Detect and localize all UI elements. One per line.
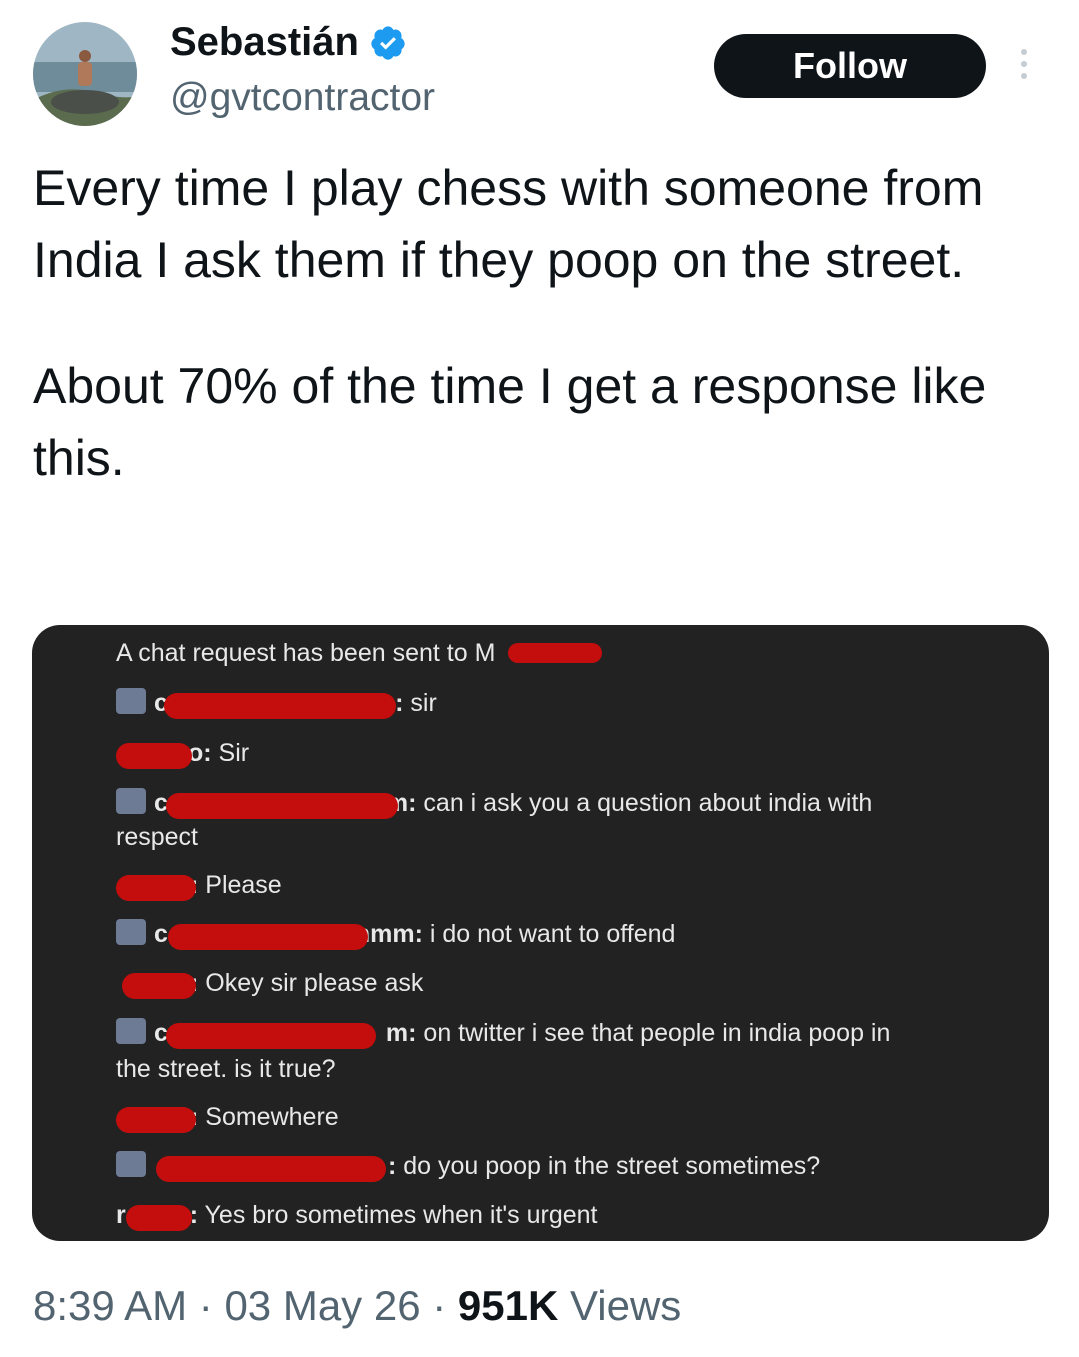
chat-header-text: A chat request has been sent to M xyxy=(116,639,496,667)
more-vertical-icon[interactable] xyxy=(1012,44,1036,84)
chat-message: the street. is it true? xyxy=(116,1055,336,1083)
tweet-media-image[interactable]: A chat request has been sent to M c m: si… xyxy=(32,625,1049,1241)
follow-button[interactable]: Follow xyxy=(714,34,986,98)
chat-message: respect xyxy=(116,823,198,851)
author-name-row: Sebastián xyxy=(170,20,407,65)
tweet-paragraph: About 70% of the time I get a response l… xyxy=(33,358,987,486)
avatar-image xyxy=(33,22,137,126)
separator: · xyxy=(432,1282,447,1329)
chat-message: sir xyxy=(403,689,437,717)
chat-line-continuation: the street. is it true? xyxy=(116,1055,336,1084)
crown-icon xyxy=(116,1151,146,1178)
author-handle[interactable]: @gvtcontractor xyxy=(170,76,435,120)
chat-username: m: xyxy=(385,1019,417,1047)
chat-message: Sir xyxy=(211,739,250,767)
tweet-time[interactable]: 8:39 AM xyxy=(33,1282,187,1329)
chat-message: Somewhere xyxy=(198,1103,339,1131)
chat-message: Okey sir please ask xyxy=(198,969,424,997)
redaction-mark xyxy=(164,693,396,719)
chat-message: can i ask you a question about india wit… xyxy=(416,789,873,817)
crown-icon xyxy=(116,919,146,946)
crown-icon xyxy=(116,788,146,815)
chat-message: i do not want to offend xyxy=(422,920,676,948)
crown-icon xyxy=(116,688,146,715)
display-name[interactable]: Sebastián xyxy=(170,20,359,65)
chat-username: c xyxy=(154,920,168,948)
chat-message: Yes bro sometimes when it's urgent xyxy=(198,1201,598,1229)
redaction-mark xyxy=(508,643,602,663)
views-count: 951K xyxy=(457,1282,559,1329)
redaction-mark xyxy=(156,1156,386,1182)
chat-username: r xyxy=(116,1201,126,1229)
tweet-paragraph: Every time I play chess with someone fro… xyxy=(33,160,984,288)
verified-badge-icon xyxy=(371,25,405,60)
redaction-mark xyxy=(166,793,398,819)
redaction-mark xyxy=(116,1107,196,1133)
crown-icon xyxy=(116,1018,146,1045)
chat-line-continuation: respect xyxy=(116,823,198,852)
tweet-date[interactable]: 03 May 26 xyxy=(224,1282,420,1329)
redaction-mark xyxy=(166,1023,376,1049)
chat-message: do you poop in the street sometimes? xyxy=(396,1152,821,1180)
separator: · xyxy=(198,1282,213,1329)
redaction-mark xyxy=(122,973,196,999)
tweet-text: Every time I play chess with someone fro… xyxy=(33,152,1053,494)
chat-message: Please xyxy=(198,871,282,899)
redaction-mark xyxy=(116,743,192,769)
redaction-mark xyxy=(168,924,368,950)
views-label: Views xyxy=(570,1282,682,1329)
chat-header: A chat request has been sent to M xyxy=(116,639,495,668)
tweet-meta: 8:39 AM · 03 May 26 · 951K Views xyxy=(33,1282,681,1330)
redaction-mark xyxy=(116,875,196,901)
chat-message: on twitter i see that people in india po… xyxy=(416,1019,891,1047)
redaction-mark xyxy=(126,1205,192,1231)
avatar[interactable] xyxy=(33,22,137,126)
